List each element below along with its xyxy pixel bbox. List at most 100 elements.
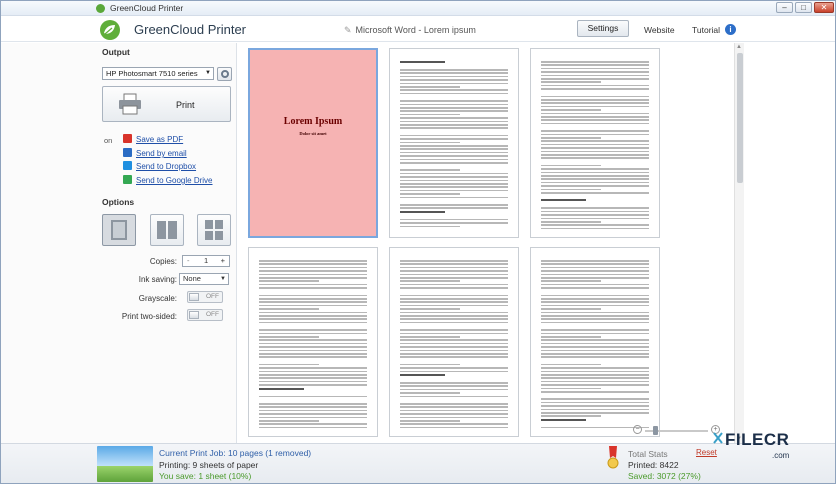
text-line <box>541 391 649 393</box>
text-line <box>541 349 649 352</box>
text-line <box>400 423 508 425</box>
scrollbar-thumb[interactable] <box>737 53 743 183</box>
text-line <box>541 346 649 348</box>
title-bar: GreenCloud Printer – □ ✕ <box>1 1 835 16</box>
text-line <box>541 130 649 132</box>
text-line <box>400 367 508 369</box>
text-line <box>400 120 508 123</box>
send-to-google-drive-link[interactable]: Send to Google Drive <box>123 175 213 185</box>
text-line <box>400 189 508 192</box>
toggle-knob <box>189 293 199 301</box>
text-line <box>400 113 460 116</box>
printed-total-text: Printed: 8422 <box>628 460 679 470</box>
text-line <box>541 408 649 411</box>
text-line <box>541 301 649 303</box>
printer-select-value: HP Photosmart 7510 series <box>106 69 198 78</box>
printer-icon <box>119 93 141 115</box>
preview-page-1[interactable]: Lorem Ipsum Dolor sit amet <box>248 48 378 238</box>
four-page-layout-icon <box>205 220 223 240</box>
text-line <box>541 321 649 324</box>
text-line <box>400 100 508 102</box>
text-line <box>400 172 508 175</box>
info-icon[interactable]: i <box>725 24 736 35</box>
printer-settings-button[interactable] <box>217 67 232 81</box>
text-line <box>400 388 508 391</box>
text-line <box>541 84 649 87</box>
sidebar: Output HP Photosmart 7510 series ▼ Print… <box>1 43 237 443</box>
text-line <box>541 143 649 146</box>
document-title: ✎ Microsoft Word - Lorem ipsum <box>344 25 476 36</box>
print-two-sided-label: Print two-sided: <box>121 312 177 321</box>
text-line <box>400 134 508 137</box>
print-two-sided-toggle-state: OFF <box>206 311 219 318</box>
text-line <box>541 74 649 77</box>
text-line <box>541 178 649 180</box>
text-line <box>259 266 367 269</box>
text-line <box>541 147 649 149</box>
text-line <box>259 336 319 338</box>
print-two-sided-toggle[interactable]: OFF <box>187 309 223 321</box>
text-line <box>541 119 649 121</box>
maximize-button[interactable]: □ <box>795 2 812 13</box>
text-line <box>259 273 367 276</box>
scroll-up-icon[interactable]: ▲ <box>736 44 742 50</box>
save-as-pdf-link[interactable]: Save as PDF <box>123 134 183 144</box>
text-line <box>541 280 601 282</box>
text-line <box>541 294 649 297</box>
text-line <box>541 266 649 269</box>
text-line <box>259 416 367 419</box>
text-line <box>259 406 367 408</box>
text-line <box>259 270 367 272</box>
preview-page-3[interactable] <box>530 48 660 238</box>
zoom-handle[interactable] <box>653 426 658 435</box>
send-to-google-drive-label: Send to Google Drive <box>136 176 213 185</box>
one-page-layout-icon <box>111 220 127 240</box>
print-button[interactable]: Print <box>102 86 231 122</box>
options-heading: Options <box>102 197 135 207</box>
copies-increment-button[interactable]: + <box>221 256 225 266</box>
preview-page-2[interactable] <box>389 48 519 238</box>
text-line <box>400 141 460 144</box>
text-line <box>259 349 367 352</box>
copies-decrement-button[interactable]: - <box>187 256 190 266</box>
layout-one-per-sheet-button[interactable] <box>102 214 136 246</box>
text-line <box>541 353 649 355</box>
printer-select[interactable]: HP Photosmart 7510 series ▼ <box>102 67 214 80</box>
dropbox-icon <box>123 161 132 170</box>
copies-stepper[interactable]: - 1 + <box>182 255 230 267</box>
text-line <box>541 311 649 314</box>
layout-two-per-sheet-button[interactable] <box>150 214 184 246</box>
layout-four-per-sheet-button[interactable] <box>197 214 231 246</box>
tutorial-link[interactable]: Tutorial <box>692 25 720 35</box>
minimize-button[interactable]: – <box>776 2 793 13</box>
text-line <box>400 315 508 317</box>
settings-button[interactable]: Settings <box>577 20 629 37</box>
text-line <box>541 99 649 101</box>
cover-subtitle: Dolor sit amet <box>299 131 327 136</box>
text-line <box>541 140 649 142</box>
text-line <box>259 374 367 376</box>
send-to-dropbox-link[interactable]: Send to Dropbox <box>123 161 196 171</box>
text-line <box>259 280 319 282</box>
award-ribbon-icon <box>607 446 619 469</box>
two-page-layout-icon <box>157 221 177 239</box>
send-by-email-link[interactable]: Send by email <box>123 148 187 158</box>
grayscale-toggle-state: OFF <box>206 293 219 300</box>
ink-saving-select[interactable]: None ▼ <box>179 273 229 285</box>
text-line <box>541 214 649 216</box>
preview-page-4[interactable] <box>248 247 378 437</box>
preview-scrollbar[interactable]: ▲ ▼ <box>734 43 744 443</box>
chevron-down-icon: ▼ <box>205 70 211 76</box>
grayscale-toggle[interactable]: OFF <box>187 291 223 303</box>
text-line <box>541 336 601 338</box>
window-title: GreenCloud Printer <box>110 3 184 13</box>
website-link[interactable]: Website <box>644 25 675 35</box>
preview-page-5[interactable] <box>389 247 519 437</box>
zoom-out-icon[interactable]: − <box>633 425 642 434</box>
text-line <box>400 283 508 286</box>
preview-page-6[interactable] <box>530 247 660 437</box>
chevron-down-icon: ▼ <box>220 276 226 282</box>
close-button[interactable]: ✕ <box>814 2 834 13</box>
saved-total-text: Saved: 3072 (27%) <box>628 471 701 481</box>
text-line <box>259 420 319 422</box>
